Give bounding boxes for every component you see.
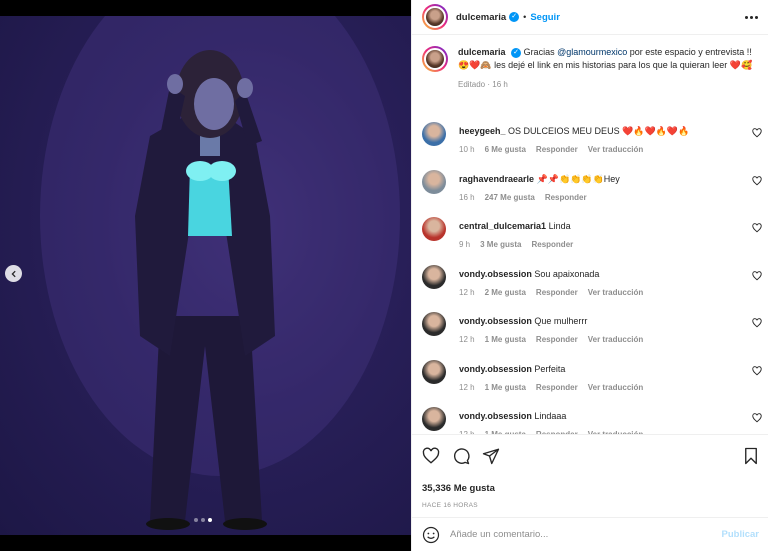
comment-time: 16 h <box>459 192 475 202</box>
comment-item: vondy.obsession Perfeita 12 h 1 Me gusta Re… <box>422 359 762 392</box>
carousel-indicator <box>194 518 212 522</box>
comment-item: vondy.obsession Que mulherrr 12 h 1 Me gus… <box>422 312 762 344</box>
comment-username[interactable]: vondy.obsession <box>459 269 532 279</box>
carousel-prev-button[interactable] <box>5 265 22 282</box>
comment-translate-button[interactable]: Ver traducción <box>588 288 644 297</box>
comment-text: Sou apaixonada <box>534 268 600 279</box>
comment-likes[interactable]: 6 Me gusta <box>485 145 526 154</box>
comment-composer: Publicar <box>412 517 768 551</box>
comment-item: heeygeeh_ OS DULCEIOS MEU DEUS ❤️🔥❤️🔥❤️🔥… <box>422 122 762 154</box>
comment-avatar[interactable] <box>422 407 446 431</box>
comment-text: OS DULCEIOS MEU DEUS ❤️🔥❤️🔥❤️🔥 <box>508 126 690 136</box>
carousel-dot <box>201 518 205 522</box>
author-avatar[interactable] <box>422 4 448 30</box>
comments-list[interactable]: dulcemaria ✓ Gracias @glamourmexico por … <box>412 36 768 434</box>
verified-badge-icon: ✓ <box>509 12 520 22</box>
carousel-dot <box>194 518 198 522</box>
comment-input[interactable] <box>450 529 722 540</box>
publish-button[interactable]: Publicar <box>722 529 760 540</box>
comment-avatar[interactable] <box>422 312 446 336</box>
post-header: dulcemaria ✓ • Seguir <box>412 0 768 35</box>
post-photo <box>0 16 411 535</box>
comment-username[interactable]: central_dulcemaria1 <box>459 221 546 231</box>
comment-text: 📌📌👏👏👏👏Hey <box>536 173 620 184</box>
comment-time: 9 h <box>459 240 471 249</box>
comment-like-heart-icon[interactable] <box>752 128 762 138</box>
caption-mention-link[interactable]: @glamourmexico <box>557 47 627 57</box>
comment-likes[interactable]: 247 Me gusta <box>485 193 535 202</box>
header-separator: • <box>523 12 527 22</box>
comment-likes[interactable]: 1 Me gusta <box>485 383 526 392</box>
photo-figure <box>40 16 400 530</box>
comment-like-heart-icon[interactable] <box>752 270 762 281</box>
comment-text: Perfeita <box>534 363 566 374</box>
caption-username[interactable]: dulcemaria <box>458 47 506 57</box>
comment-username[interactable]: raghavendraearle <box>459 174 534 184</box>
comment-text: Linda <box>548 221 571 231</box>
comment-translate-button[interactable]: Ver traducción <box>588 383 644 392</box>
caption-avatar[interactable] <box>422 46 448 72</box>
post-time-ago: HACE 16 HORAS <box>422 502 478 509</box>
comment-like-heart-icon[interactable] <box>752 223 762 233</box>
comment-item: central_dulcemaria1 Linda 9 h 3 Me gusta Re… <box>422 217 762 249</box>
action-bar: 35,336 Me gusta HACE 16 HORAS <box>412 434 768 509</box>
carousel-dot-active <box>208 518 212 522</box>
follow-button[interactable]: Seguir <box>530 12 560 23</box>
comment-reply-button[interactable]: Responder <box>545 193 587 202</box>
comment-time: 12 h <box>459 335 475 344</box>
comment-time: 10 h <box>459 145 475 154</box>
emoji-icon[interactable] <box>422 526 440 544</box>
save-bookmark-icon[interactable] <box>743 447 759 465</box>
comment-username[interactable]: vondy.obsession <box>459 411 532 421</box>
author-username[interactable]: dulcemaria <box>456 12 506 23</box>
share-paper-plane-icon[interactable] <box>482 447 500 465</box>
comment-text: Que mulherrr <box>534 316 588 326</box>
comment-like-heart-icon[interactable] <box>752 413 762 423</box>
comment-reply-button[interactable]: Responder <box>536 145 578 154</box>
comment-username[interactable]: vondy.obsession <box>459 316 532 326</box>
comment-username[interactable]: vondy.obsession <box>459 364 532 374</box>
comment-like-heart-icon[interactable] <box>752 318 762 328</box>
chevron-left-icon <box>10 270 16 277</box>
caption-meta: Editado · 16 h <box>458 80 508 89</box>
like-heart-icon[interactable] <box>422 447 440 465</box>
comment-like-heart-icon[interactable] <box>752 365 762 376</box>
comment-likes[interactable]: 1 Me gusta <box>485 335 526 344</box>
likes-count[interactable]: 35,336 Me gusta <box>422 483 759 494</box>
comment-reply-button[interactable]: Responder <box>536 383 578 392</box>
comment-likes[interactable]: 2 Me gusta <box>485 288 526 297</box>
post-media <box>0 0 411 551</box>
comment-item: vondy.obsession Sou apaixonada 12 h 2 Me g… <box>422 264 762 297</box>
comment-reply-button[interactable]: Responder <box>536 335 578 344</box>
comment-item: raghavendraearle 📌📌👏👏👏👏Hey 16 h 247 Me gus… <box>422 169 762 202</box>
comment-avatar[interactable] <box>422 122 446 146</box>
post-panel: dulcemaria ✓ • Seguir dulcemaria ✓ Graci… <box>411 0 768 551</box>
comment-avatar[interactable] <box>422 359 446 384</box>
comment-avatar[interactable] <box>422 169 446 194</box>
comment-username[interactable]: heeygeeh_ <box>459 126 506 136</box>
verified-badge-icon: ✓ <box>511 47 522 58</box>
comment-time: 12 h <box>459 382 475 392</box>
comment-translate-button[interactable]: Ver traducción <box>588 335 644 344</box>
comment-avatar[interactable] <box>422 217 446 241</box>
comment-like-heart-icon[interactable] <box>752 175 762 186</box>
comment-reply-button[interactable]: Responder <box>531 240 573 249</box>
comment-avatar[interactable] <box>422 264 446 289</box>
comment-text: Lindaaa <box>534 411 567 421</box>
comment-reply-button[interactable]: Responder <box>536 288 578 297</box>
comment-translate-button[interactable]: Ver traducción <box>588 145 644 154</box>
comment-item: vondy.obsession Lindaaa12 h1 Me gustaRes… <box>422 407 762 434</box>
post-caption: dulcemaria ✓ Gracias @glamourmexico por … <box>412 36 768 91</box>
comment-bubble-icon[interactable] <box>452 447 470 465</box>
comment-likes[interactable]: 3 Me gusta <box>480 240 521 249</box>
more-options-icon[interactable] <box>745 15 758 19</box>
comment-time: 12 h <box>459 287 475 297</box>
caption-text-before: Gracias <box>523 47 558 57</box>
